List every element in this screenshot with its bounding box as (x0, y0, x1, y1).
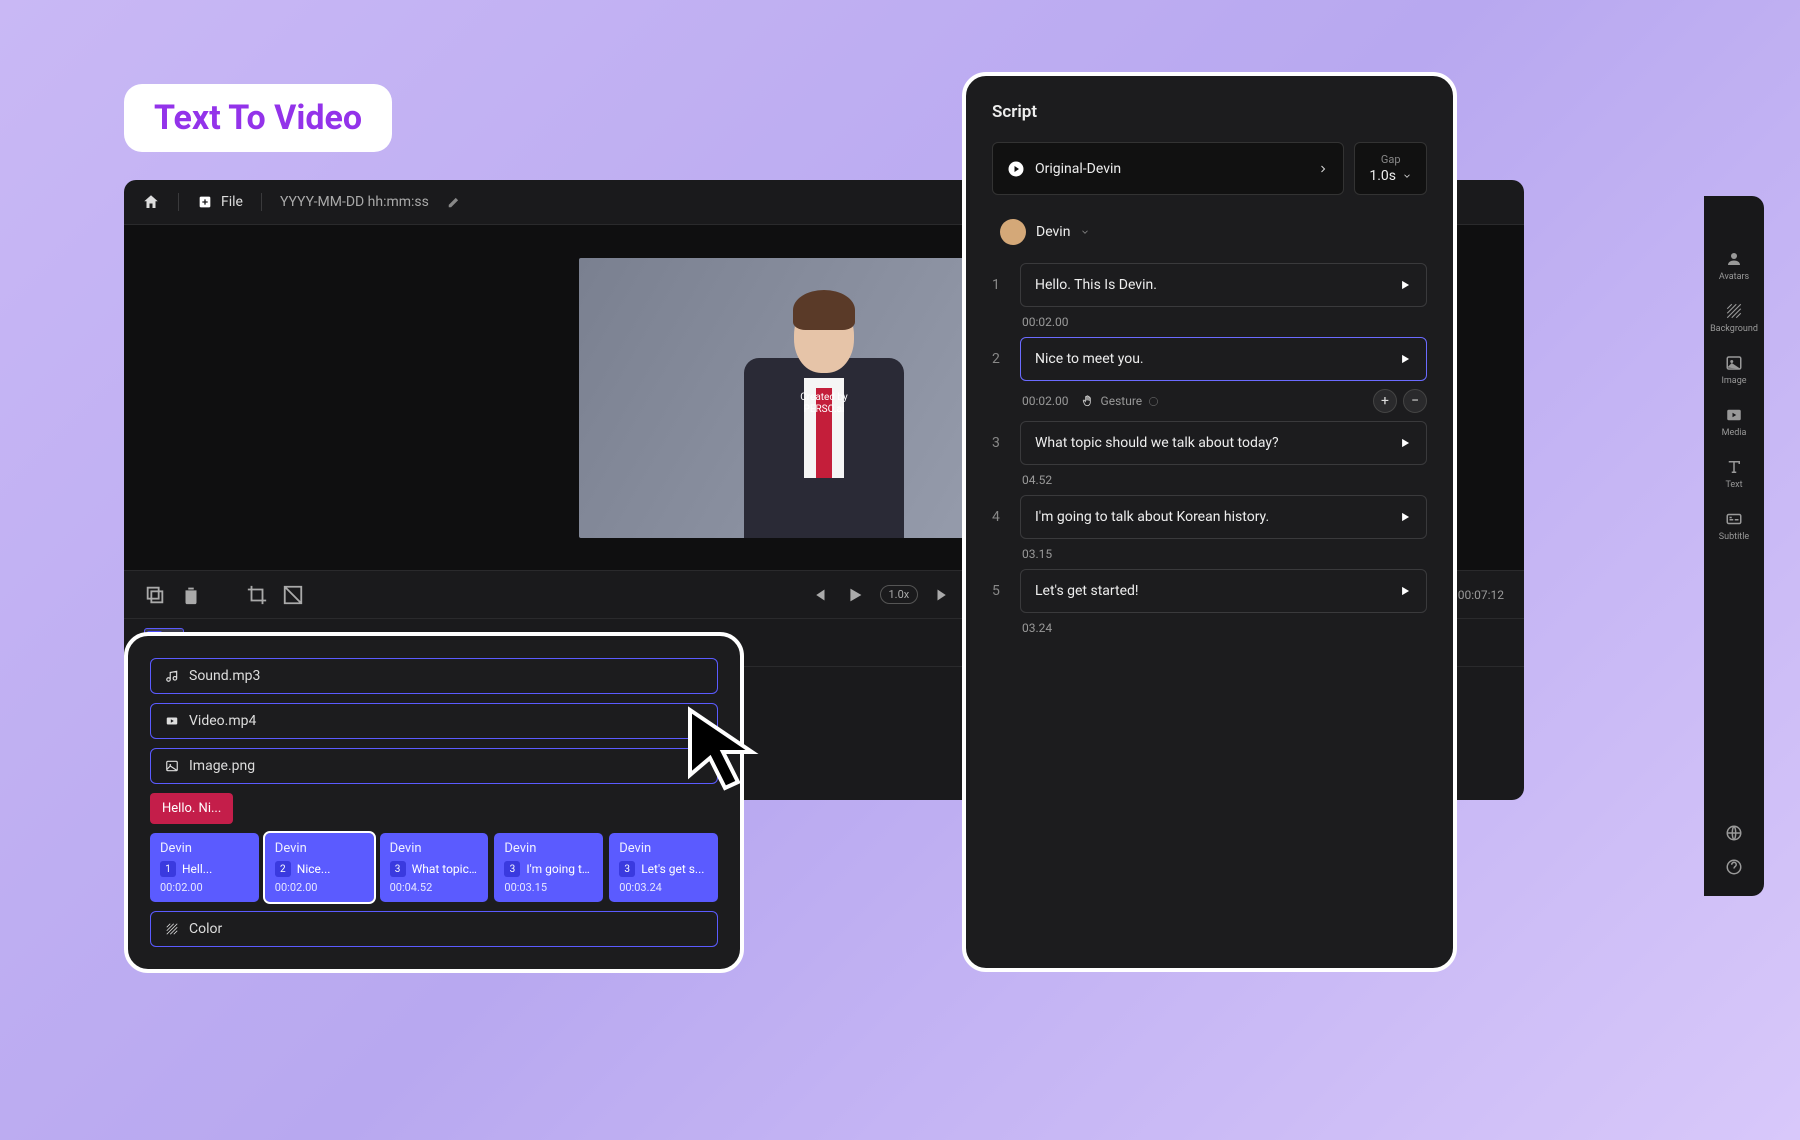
file-menu[interactable]: File (197, 194, 243, 210)
gesture-tag[interactable]: Gesture (1081, 394, 1160, 408)
subtitle-icon (1725, 510, 1743, 528)
play-icon[interactable] (1398, 584, 1412, 598)
line-number: 3 (992, 421, 1006, 451)
pencil-icon[interactable] (447, 195, 461, 209)
line-number: 2 (992, 337, 1006, 367)
timeline-segment[interactable]: Devin3I'm going to...00:03.15 (494, 833, 603, 902)
cursor-arrow-icon (680, 700, 780, 800)
video-track[interactable]: Video.mp4 (150, 703, 718, 739)
line-input[interactable]: Let's get started! (1020, 569, 1427, 613)
help-icon[interactable] (1725, 858, 1743, 876)
divider (261, 193, 262, 211)
line-input[interactable]: I'm going to talk about Korean history. (1020, 495, 1427, 539)
person-icon (1725, 250, 1743, 268)
color-track[interactable]: Color (150, 911, 718, 947)
chevron-down-icon (1402, 171, 1412, 181)
text-icon (1725, 458, 1743, 476)
play-circle-icon (1007, 160, 1025, 178)
avatar (1000, 219, 1026, 245)
time-display: 00:07:12 (1458, 588, 1504, 602)
image-icon (1725, 354, 1743, 372)
timeline-segment[interactable]: Devin2Nice...00:02.00 (265, 833, 374, 902)
line-input[interactable]: Hello. This Is Devin. (1020, 263, 1427, 307)
add-button[interactable]: + (1373, 389, 1397, 413)
gap-selector[interactable]: Gap 1.0s (1354, 142, 1427, 195)
timeline-segment[interactable]: Devin1Hell...00:02.00 (150, 833, 259, 902)
help-icon (1148, 396, 1159, 407)
sound-track[interactable]: Sound.mp3 (150, 658, 718, 694)
video-icon (165, 714, 179, 728)
divider (178, 193, 179, 211)
playback-speed[interactable]: 1.0x (880, 585, 919, 604)
sidebar-item-image[interactable]: Image (1709, 346, 1759, 394)
chevron-down-icon (1080, 227, 1090, 237)
script-line: 3 What topic should we talk about today? 0… (992, 421, 1427, 487)
script-panel: Script Original-Devin Gap 1.0s Devin 1 He… (962, 72, 1457, 972)
text-to-video-badge: Text To Video (124, 84, 392, 152)
segment-row: Devin1Hell...00:02.00Devin2Nice...00:02.… (150, 833, 718, 902)
timeline-segment[interactable]: Devin3Let's get s...00:03.24 (609, 833, 718, 902)
skip-forward-icon[interactable] (932, 584, 954, 606)
crop-icon[interactable] (246, 584, 268, 606)
globe-icon[interactable] (1725, 824, 1743, 842)
play-icon[interactable] (1398, 436, 1412, 450)
script-line: 4 I'm going to talk about Korean history.… (992, 495, 1427, 561)
script-title: Script (992, 102, 1427, 122)
trash-icon[interactable] (180, 584, 202, 606)
skip-back-icon[interactable] (808, 584, 830, 606)
remove-button[interactable]: − (1403, 389, 1427, 413)
sidebar-item-subtitle[interactable]: Subtitle (1709, 502, 1759, 550)
line-input[interactable]: Nice to meet you. (1020, 337, 1427, 381)
copy-icon[interactable] (144, 584, 166, 606)
play-icon[interactable] (1398, 278, 1412, 292)
right-sidebar: Avatars Background Image Media Text Subt… (1704, 196, 1764, 896)
line-time: 03.15 (1022, 547, 1052, 561)
line-time: 03.24 (1022, 621, 1052, 635)
sidebar-item-avatars[interactable]: Avatars (1709, 242, 1759, 290)
line-time: 00:02.00 (1022, 394, 1069, 408)
script-chip[interactable]: Hello. Ni... (150, 793, 233, 824)
contrast-icon[interactable] (282, 584, 304, 606)
line-time: 00:02.00 (1022, 315, 1069, 329)
play-icon[interactable] (844, 584, 866, 606)
chevron-right-icon (1317, 163, 1329, 175)
home-icon[interactable] (142, 193, 160, 211)
line-time: 04.52 (1022, 473, 1052, 487)
timeline-segment[interactable]: Devin3What topic sh...00:04.52 (380, 833, 489, 902)
voice-selector[interactable]: Original-Devin (992, 142, 1344, 195)
image-track[interactable]: Image.png (150, 748, 718, 784)
line-number: 1 (992, 263, 1006, 293)
hand-icon (1081, 394, 1095, 408)
line-input[interactable]: What topic should we talk about today? (1020, 421, 1427, 465)
script-line: 2 Nice to meet you. 00:02.00 Gesture +− (992, 337, 1427, 413)
image-icon (165, 759, 179, 773)
line-number: 4 (992, 495, 1006, 525)
file-plus-icon (197, 194, 213, 210)
music-icon (165, 669, 179, 683)
project-timestamp: YYYY-MM-DD hh:mm:ss (280, 194, 429, 210)
script-line: 5 Let's get started! 03.24 (992, 569, 1427, 635)
sidebar-item-media[interactable]: Media (1709, 398, 1759, 446)
sidebar-item-text[interactable]: Text (1709, 450, 1759, 498)
play-icon[interactable] (1398, 352, 1412, 366)
watermark: Created by PERSO.ai (800, 392, 848, 416)
sidebar-item-background[interactable]: Background (1709, 294, 1759, 342)
timeline-panel: Sound.mp3 Video.mp4 Image.png Hello. Ni.… (124, 632, 744, 973)
character-selector[interactable]: Devin (992, 219, 1427, 245)
file-label: File (221, 194, 243, 210)
script-line: 1 Hello. This Is Devin. 00:02.00 (992, 263, 1427, 329)
play-icon[interactable] (1398, 510, 1412, 524)
video-icon (1725, 406, 1743, 424)
hatch-icon (1725, 302, 1743, 320)
hatch-icon (165, 922, 179, 936)
line-number: 5 (992, 569, 1006, 599)
